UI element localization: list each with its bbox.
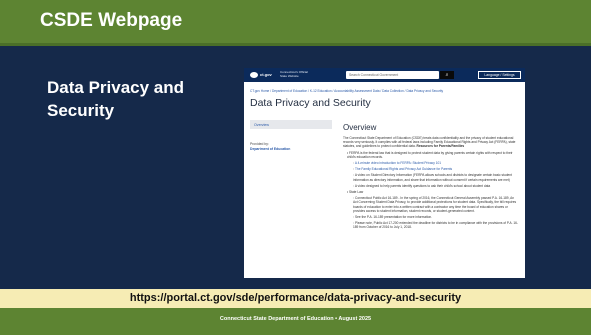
webpage-screenshot: ct.gov Connecticut's Official State Webs…: [244, 68, 525, 278]
page-title: Data Privacy and Security: [250, 97, 371, 109]
search-icon: ⌕: [445, 72, 449, 78]
overview-heading: Overview: [343, 123, 377, 132]
list-item[interactable]: ◦ A video designed to help parents ident…: [343, 184, 519, 188]
language-button[interactable]: Language / Settings: [478, 71, 521, 79]
overview-body: The Connecticut State Department of Educ…: [343, 136, 519, 232]
list-item[interactable]: ◦ The Family Educational Rights and Priv…: [343, 167, 519, 171]
provided-by: Provided by: Department of Education: [250, 142, 290, 151]
webpage-top-nav: ct.gov Connecticut's Official State Webs…: [244, 68, 525, 82]
list-item[interactable]: ◦ See the P.A. 16-189 presentation for m…: [343, 215, 519, 219]
list-item: ◦ Please note, Public Act 17-200 extende…: [353, 221, 518, 230]
side-nav-label: Overview: [254, 122, 269, 127]
intro-bold: Resources for Parents/Families: [416, 144, 465, 149]
section-title: Data Privacy and Security: [47, 78, 185, 120]
footer-text: Connecticut State Department of Educatio…: [219, 316, 372, 322]
search-button[interactable]: ⌕: [440, 71, 454, 79]
search-placeholder: Search Connecticut Government: [349, 73, 399, 77]
list-item[interactable]: ◦ A 4-minute video introduction to FERPA…: [343, 161, 519, 165]
provided-by-link[interactable]: Department of Education: [250, 147, 290, 151]
list-item[interactable]: ◦ A video on Student Directory Informati…: [343, 173, 519, 181]
site-text: Connecticut's Official State Website: [280, 70, 308, 78]
list-item: • FERPA is the federal law that is desig…: [347, 150, 513, 159]
slide-footer: Connecticut State Department of Educatio…: [0, 308, 591, 335]
search-input[interactable]: Search Connecticut Government: [346, 71, 439, 79]
side-nav-overview[interactable]: Overview: [250, 120, 332, 129]
slide-title: CSDE Webpage: [40, 10, 183, 31]
logo-text: ct.gov: [260, 72, 272, 77]
url-text[interactable]: https://portal.ct.gov/sde/performance/da…: [0, 292, 591, 304]
slide-title-bar: CSDE Webpage: [0, 0, 591, 43]
list-item: • State Law: [347, 190, 364, 195]
url-banner: https://portal.ct.gov/sde/performance/da…: [0, 289, 591, 308]
ct-logo-icon[interactable]: [250, 72, 258, 78]
list-item[interactable]: ◦ Connecticut Public Act 16-189 - In the…: [343, 196, 519, 213]
breadcrumb[interactable]: CT.gov Home / Department of Education / …: [250, 89, 443, 93]
